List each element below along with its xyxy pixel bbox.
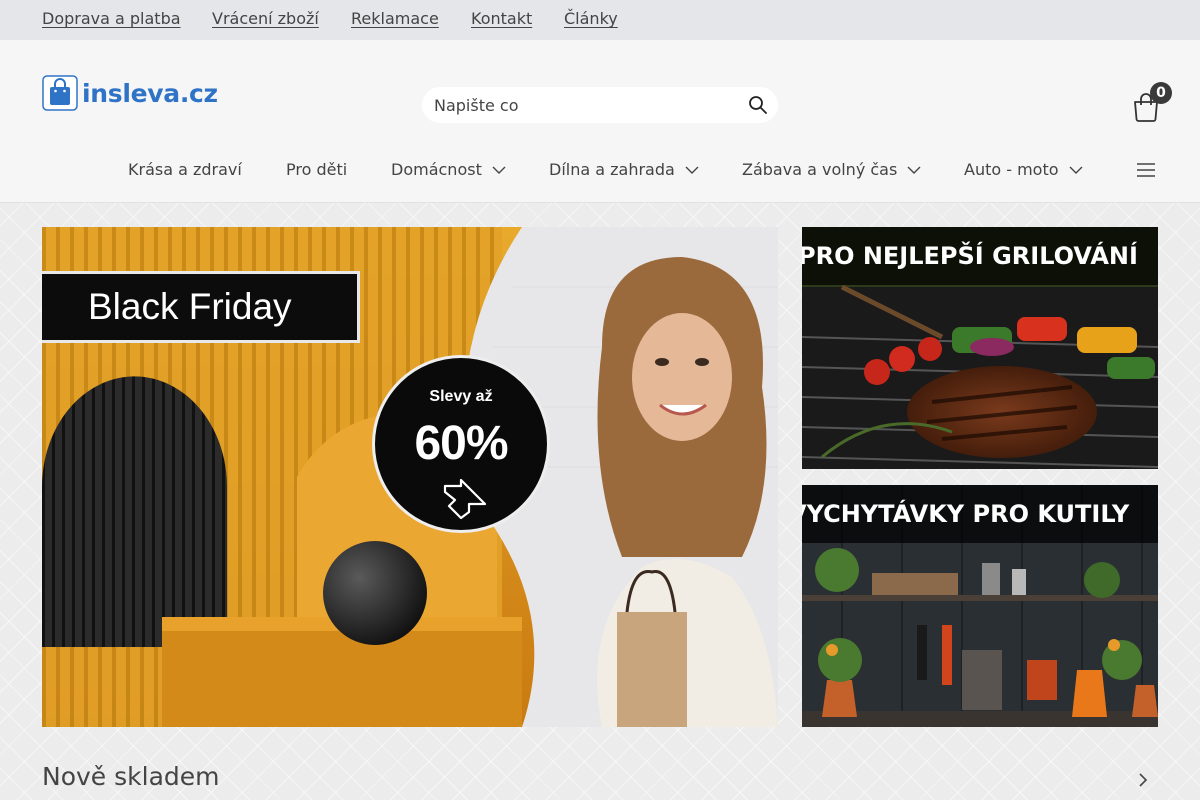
banner-grilovani[interactable]: PRO NEJLEPŠÍ GRILOVÁNÍ [802, 227, 1158, 469]
header: insleva.cz 0 Krása a zdraví Pro děti Dom… [0, 40, 1200, 203]
chevron-down-icon [685, 166, 699, 174]
nav-item-label: Pro děti [286, 160, 348, 179]
hero-banner-black-friday[interactable]: Black Friday Slevy až 60% [42, 227, 778, 727]
search-icon[interactable] [748, 95, 768, 115]
nav-item-auto-moto[interactable]: Auto - moto [964, 160, 1083, 179]
nav-item-label: Krása a zdraví [128, 160, 242, 179]
nav-item-label: Zábava a volný čas [742, 160, 898, 179]
cart-button[interactable]: 0 [1130, 82, 1176, 132]
nav-item-label: Domácnost [391, 160, 482, 179]
main-nav: Krása a zdraví Pro děti Domácnost Dílna … [0, 160, 1200, 182]
chevron-down-icon [1069, 166, 1083, 174]
link-vraceni-zbozi[interactable]: Vrácení zboží [212, 9, 319, 28]
nav-item-dilna-a-zahrada[interactable]: Dílna a zahrada [549, 160, 699, 179]
logo-text: insleva.cz [82, 78, 218, 108]
hero-title: Black Friday [42, 271, 360, 343]
banner-kutilove-title: VYCHYTÁVKY PRO KUTILY [802, 485, 1158, 543]
nav-item-label: Auto - moto [964, 160, 1059, 179]
sale-badge-percent: 60% [414, 417, 508, 470]
nav-item-krasa-a-zdravi[interactable]: Krása a zdraví [128, 160, 242, 179]
sale-badge: Slevy až 60% [372, 355, 550, 533]
logo[interactable]: insleva.cz [42, 74, 218, 112]
arrow-down-right-icon [443, 478, 487, 520]
nav-item-label: Dílna a zahrada [549, 160, 675, 179]
banner-kutilove[interactable]: VYCHYTÁVKY PRO KUTILY [802, 485, 1158, 727]
nav-item-domacnost[interactable]: Domácnost [391, 160, 506, 179]
chevron-right-icon[interactable] [1137, 772, 1149, 788]
search-box [422, 87, 778, 123]
chevron-down-icon [907, 166, 921, 174]
link-reklamace[interactable]: Reklamace [351, 9, 439, 28]
shopping-bag-logo-icon [42, 75, 78, 111]
link-doprava-a-platba[interactable]: Doprava a platba [42, 9, 181, 28]
nav-item-pro-deti[interactable]: Pro děti [286, 160, 347, 179]
nav-item-zabava-a-volny-cas[interactable]: Zábava a volný čas [742, 160, 921, 179]
link-clanky[interactable]: Články [564, 9, 618, 28]
banner-grilovani-title: PRO NEJLEPŠÍ GRILOVÁNÍ [802, 227, 1158, 285]
sale-badge-label: Slevy až [429, 388, 493, 405]
search-input[interactable] [434, 90, 734, 120]
chevron-down-icon [492, 166, 506, 174]
top-bar: Doprava a platba Vrácení zboží Reklamace… [0, 0, 1200, 40]
cart-count-badge: 0 [1150, 82, 1172, 104]
menu-icon[interactable] [1136, 162, 1156, 178]
section-title-nove-skladem: Nově skladem [42, 762, 220, 791]
link-kontakt[interactable]: Kontakt [471, 9, 532, 28]
